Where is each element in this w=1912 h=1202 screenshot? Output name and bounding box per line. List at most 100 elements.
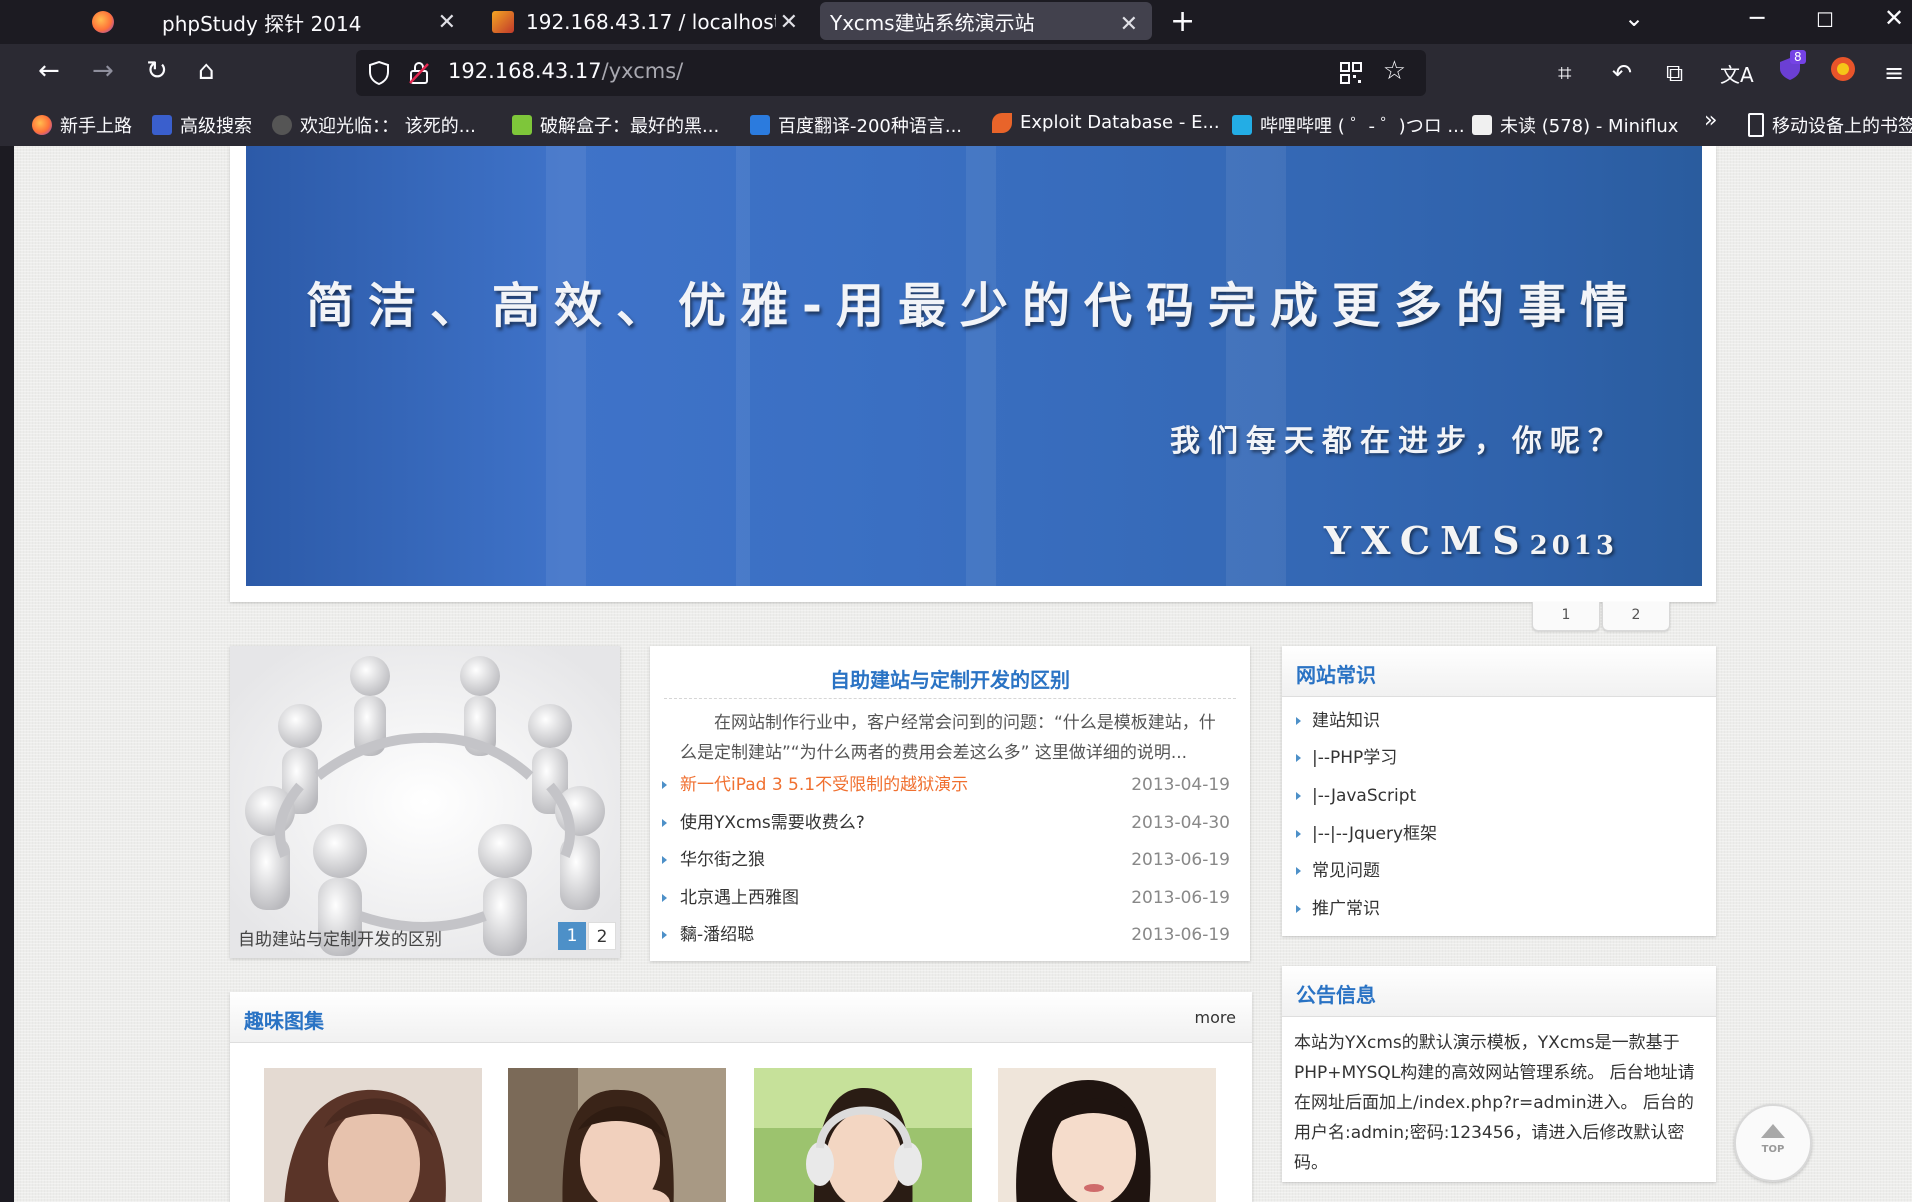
forward-arrow-icon[interactable]: → <box>92 56 114 86</box>
category-label[interactable]: 常见问题 <box>1312 856 1380 886</box>
firefox-icon <box>32 115 52 135</box>
back-to-top-button[interactable]: TOP <box>1734 1104 1812 1182</box>
photo-page-2[interactable]: 2 <box>588 922 616 950</box>
news-item[interactable]: 华尔街之狼 2013-06-19 <box>662 845 1230 875</box>
tab-title: Yxcms建站系统演示站 <box>830 10 1035 35</box>
extension-badge: 8 <box>1790 50 1806 64</box>
reload-icon[interactable]: ↻ <box>146 56 168 86</box>
bullet-icon <box>662 819 667 827</box>
news-item-date: 2013-04-19 <box>1131 775 1230 795</box>
news-panel: 自助建站与定制开发的区别 在网站制作行业中，客户经常会问到的问题：“什么是模板建… <box>650 646 1250 961</box>
tab-yxcms[interactable]: Yxcms建站系统演示站 ✕ <box>820 2 1152 40</box>
back-arrow-icon[interactable]: ← <box>38 56 60 86</box>
tab-phpmyadmin[interactable]: 192.168.43.17 / localhost | ph ✕ <box>492 0 812 44</box>
bullet-icon <box>1296 792 1301 800</box>
minimize-button[interactable]: ─ <box>1750 4 1764 32</box>
translate-icon <box>750 115 770 135</box>
screenshot-crop-icon[interactable]: ⌗ <box>1558 59 1572 87</box>
news-item-title[interactable]: 使用YXcms需要收费么? <box>680 808 865 838</box>
box-icon <box>512 115 532 135</box>
extension-shield-icon[interactable]: 8 <box>1776 50 1806 88</box>
news-item[interactable]: 新一代iPad 3 5.1不受限制的越狱演示 2013-04-19 <box>662 770 1230 800</box>
photo-page-1[interactable]: 1 <box>558 922 586 950</box>
gallery-photo[interactable] <box>508 1068 726 1202</box>
news-item-title[interactable]: 黐-潘绍聪 <box>680 920 754 950</box>
news-item-title[interactable]: 北京遇上西雅图 <box>680 883 799 913</box>
close-window-button[interactable]: ✕ <box>1884 4 1904 32</box>
news-item-date: 2013-04-30 <box>1131 813 1230 833</box>
news-item-title[interactable]: 华尔街之狼 <box>680 845 765 875</box>
news-item[interactable]: 黐-潘绍聪 2013-06-19 <box>662 920 1230 950</box>
close-icon[interactable]: ✕ <box>1120 12 1138 37</box>
firefox-icon <box>92 11 114 33</box>
bookmark-label: 哔哩哔哩 ( ゜- ゜)つロ ... <box>1260 116 1465 137</box>
category-label[interactable]: |--|--Jquery框架 <box>1312 819 1437 849</box>
up-arrow-icon <box>1761 1124 1785 1138</box>
more-bookmarks-icon[interactable]: » <box>1704 108 1717 133</box>
news-item[interactable]: 北京遇上西雅图 2013-06-19 <box>662 883 1230 913</box>
gallery-photo[interactable] <box>754 1068 972 1202</box>
bookmark-label: Exploit Database - E... <box>1020 112 1220 133</box>
bookmark-label: 移动设备上的书签 <box>1772 116 1912 137</box>
bookmark-item[interactable]: 新手上路 <box>32 112 132 138</box>
tab-phpstudy[interactable]: phpStudy 探针 2014 ✕ <box>92 0 470 44</box>
maximize-button[interactable]: ☐ <box>1816 8 1834 32</box>
close-icon[interactable]: ✕ <box>780 10 798 35</box>
bookmark-item[interactable]: 百度翻译-200种语言... <box>750 112 962 138</box>
phpmyadmin-icon <box>492 11 514 33</box>
photo-slider[interactable]: 自助建站与定制开发的区别 1 2 <box>230 646 620 958</box>
translate-icon[interactable]: 文A <box>1720 59 1754 88</box>
new-tab-button[interactable]: + <box>1170 4 1195 39</box>
user-avatar-icon[interactable] <box>1830 56 1856 88</box>
news-headline[interactable]: 自助建站与定制开发的区别 <box>650 664 1250 693</box>
site-icon <box>272 115 292 135</box>
miniflux-icon <box>1472 115 1492 135</box>
photo-caption[interactable]: 自助建站与定制开发的区别 <box>238 925 442 950</box>
bookmark-item[interactable]: 破解盒子：最好的黑... <box>512 112 719 138</box>
news-item-date: 2013-06-19 <box>1131 888 1230 908</box>
url-path: /yxcms/ <box>601 59 684 83</box>
home-icon[interactable]: ⌂ <box>198 56 215 86</box>
undo-icon[interactable]: ↶ <box>1612 59 1632 87</box>
url-text[interactable]: 192.168.43.17/yxcms/ <box>448 59 683 83</box>
category-label[interactable]: |--PHP学习 <box>1312 743 1397 773</box>
insecure-lock-icon[interactable] <box>408 61 430 85</box>
notice-panel: 公告信息 本站为YXcms的默认演示模板，YXcms是一款基于PHP+MYSQL… <box>1282 966 1716 1182</box>
brand-name: YXCMS <box>1323 518 1530 563</box>
bookmark-star-icon[interactable]: ☆ <box>1383 56 1406 86</box>
banner-image[interactable]: 简洁、高效、优雅-用最少的代码完成更多的事情 我们每天都在进步，你呢？ YXCM… <box>246 146 1702 586</box>
qr-code-icon[interactable] <box>1340 62 1362 84</box>
divider <box>664 698 1236 699</box>
url-bar[interactable]: 192.168.43.17/yxcms/ ☆ <box>356 50 1426 96</box>
bookmark-item[interactable]: 移动设备上的书签 <box>1748 112 1912 138</box>
news-item-title[interactable]: 新一代iPad 3 5.1不受限制的越狱演示 <box>680 770 968 800</box>
exploit-db-icon <box>992 112 1012 133</box>
bookmark-item[interactable]: 欢迎光临：： 该死的... <box>272 112 476 138</box>
gallery-photo[interactable] <box>264 1068 482 1202</box>
banner-frame: 简洁、高效、优雅-用最少的代码完成更多的事情 我们每天都在进步，你呢？ YXCM… <box>230 146 1716 602</box>
extensions-icon[interactable]: ⧉ <box>1666 59 1683 87</box>
category-label[interactable]: 建站知识 <box>1312 706 1380 736</box>
bookmark-item[interactable]: 哔哩哔哩 ( ゜- ゜)つロ ... <box>1232 112 1465 138</box>
panel-header: 公告信息 <box>1282 966 1716 1017</box>
category-label[interactable]: |--JavaScript <box>1312 781 1416 811</box>
list-all-tabs-icon[interactable]: ⌄ <box>1624 4 1644 32</box>
news-item[interactable]: 使用YXcms需要收费么? 2013-04-30 <box>662 808 1230 838</box>
banner-page-2[interactable]: 2 <box>1602 602 1670 631</box>
bullet-icon <box>1296 830 1301 838</box>
gallery-photo[interactable] <box>998 1068 1216 1202</box>
category-label[interactable]: 推广常识 <box>1312 894 1380 924</box>
menu-icon[interactable]: ≡ <box>1884 59 1904 87</box>
tab-title: phpStudy 探针 2014 <box>162 11 362 36</box>
bookmark-item[interactable]: Exploit Database - E... <box>992 112 1220 133</box>
bookmark-item[interactable]: 未读 (578) - Miniflux <box>1472 112 1678 138</box>
bookmark-item[interactable]: 高级搜索 <box>152 112 252 138</box>
banner-page-1[interactable]: 1 <box>1532 602 1600 631</box>
more-link[interactable]: more <box>1195 1008 1236 1027</box>
navigation-bar: ← → ↻ ⌂ 192.168.43.17/yxcms/ ☆ ⌗ ↶ ⧉ 文A … <box>0 44 1912 102</box>
shield-icon[interactable] <box>368 60 390 86</box>
bullet-icon <box>662 931 667 939</box>
close-icon[interactable]: ✕ <box>438 10 456 35</box>
banner-light-ray <box>736 146 750 586</box>
left-edge <box>0 146 14 1202</box>
